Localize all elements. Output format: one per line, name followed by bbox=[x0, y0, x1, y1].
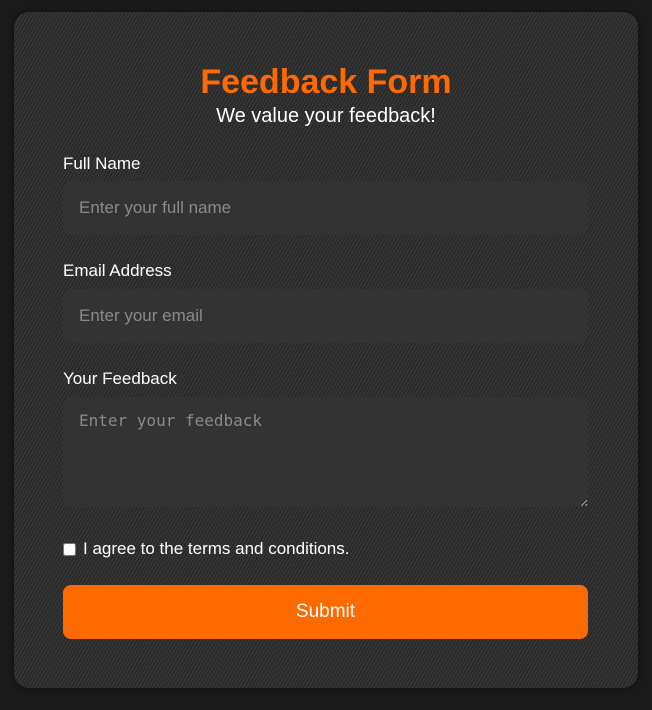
email-label: Email Address bbox=[63, 261, 172, 280]
feedback-label: Your Feedback bbox=[63, 369, 177, 388]
feedback-textarea[interactable] bbox=[63, 397, 588, 507]
form-title: Feedback Form bbox=[200, 63, 452, 101]
feedback-form-card: Feedback Form We value your feedback! Fu… bbox=[14, 12, 638, 688]
form-subtitle: We value your feedback! bbox=[216, 105, 436, 127]
full-name-input[interactable] bbox=[63, 181, 588, 235]
email-input[interactable] bbox=[63, 289, 588, 343]
terms-row: I agree to the terms and conditions. bbox=[63, 539, 350, 559]
terms-label: I agree to the terms and conditions. bbox=[83, 539, 350, 558]
full-name-label: Full Name bbox=[63, 154, 141, 173]
terms-checkbox[interactable] bbox=[63, 542, 76, 556]
submit-button[interactable]: Submit bbox=[63, 585, 588, 639]
